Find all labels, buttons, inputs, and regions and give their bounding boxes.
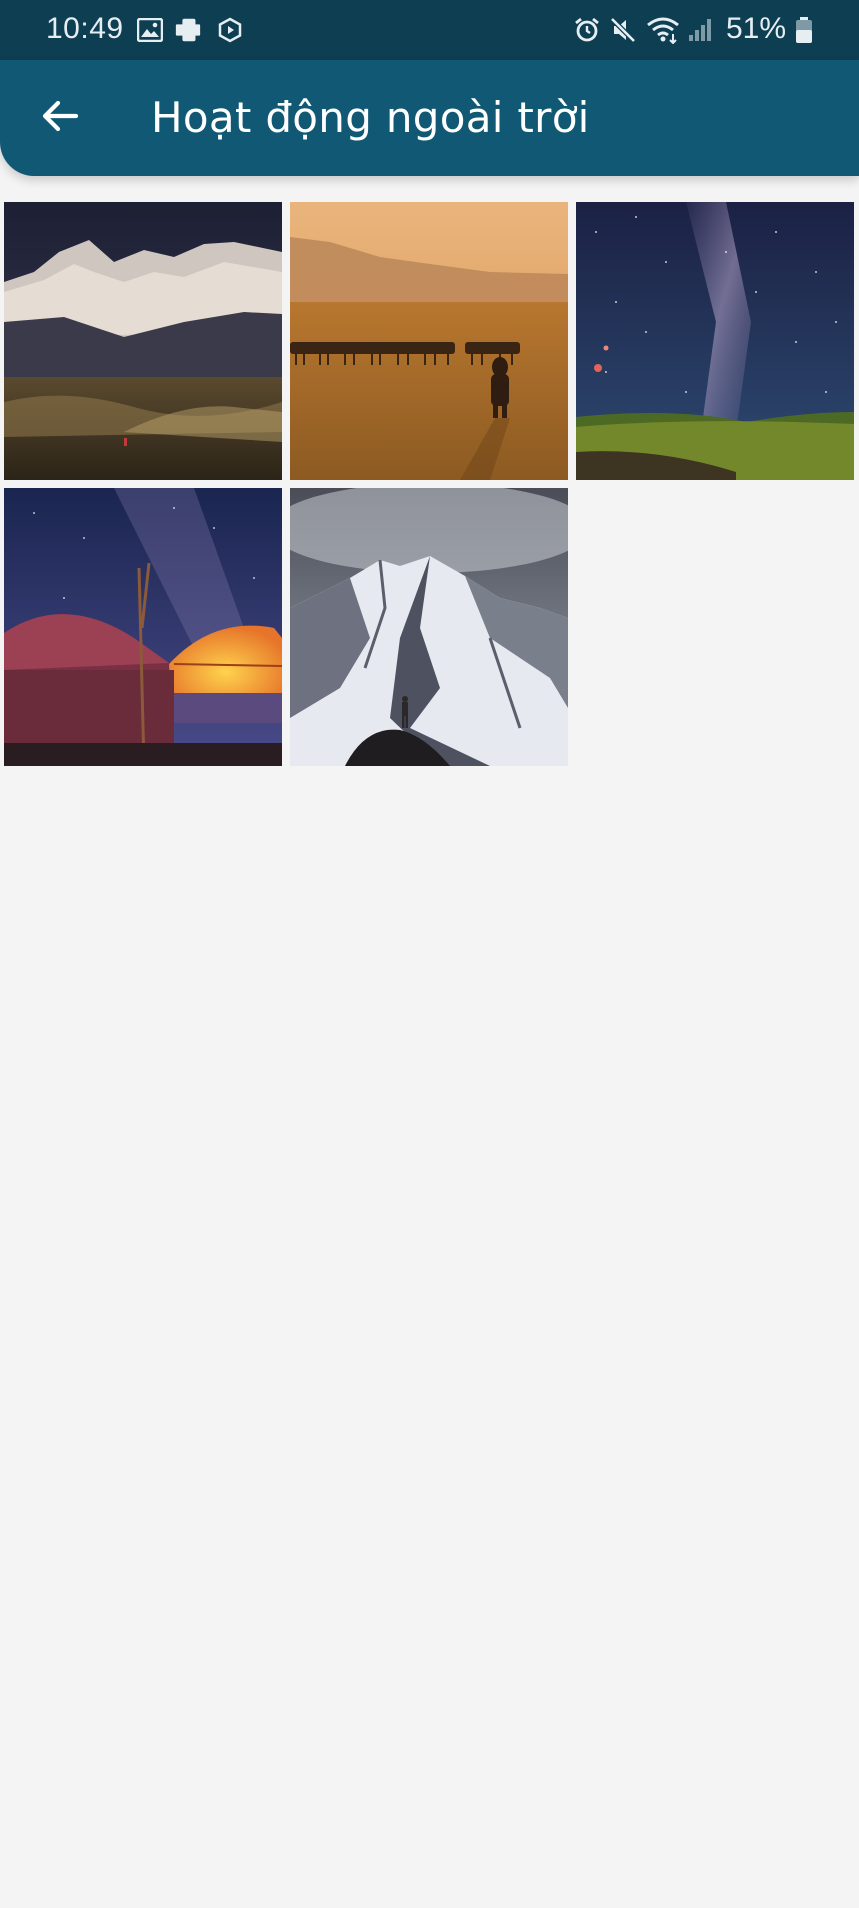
gallery-icon [136, 16, 164, 44]
back-button[interactable] [30, 88, 90, 148]
photo-mountain-range[interactable] [4, 202, 282, 480]
status-bar: 10:49 51% [0, 0, 859, 60]
phone-sync-icon [174, 16, 202, 44]
status-time: 10:49 [46, 12, 124, 45]
photo-yurts-night[interactable] [4, 488, 282, 766]
page-title: Hoạt động ngoài trời [151, 93, 590, 142]
app-bar: Hoạt động ngoài trời [0, 60, 859, 176]
photo-snow-peak-climber[interactable] [290, 488, 568, 766]
photo-milky-way[interactable] [576, 202, 854, 480]
battery-icon [794, 16, 814, 44]
mute-icon [609, 16, 637, 44]
battery-percentage: 51% [726, 12, 787, 45]
alarm-icon [573, 16, 601, 44]
screen: 10:49 51% Hoạt động ngoài trời [0, 0, 859, 1908]
signal-icon [686, 16, 714, 44]
wifi-icon [646, 16, 680, 44]
photo-horses-steppe[interactable] [290, 202, 568, 480]
arrow-left-icon [40, 98, 80, 139]
hexagon-app-icon [216, 16, 244, 44]
